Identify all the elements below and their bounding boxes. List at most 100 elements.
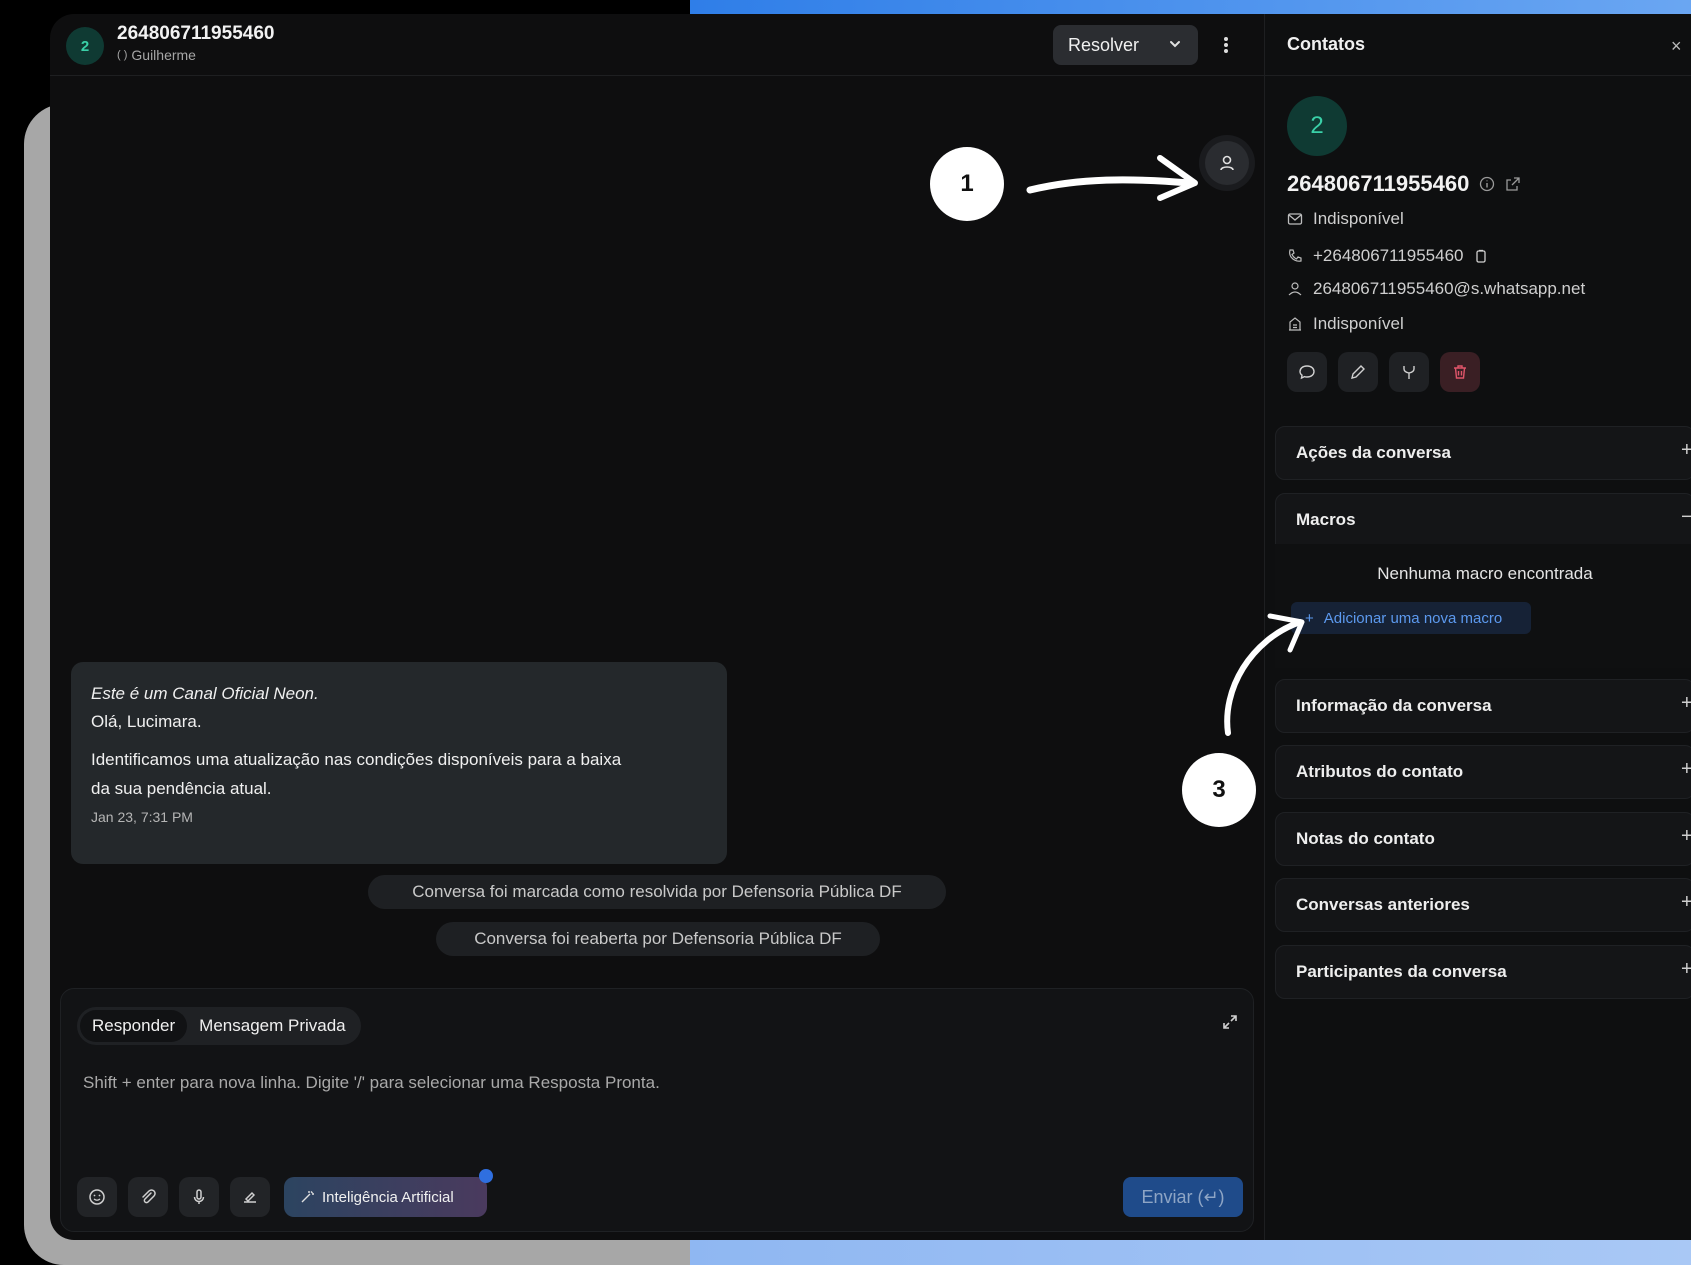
more-options-icon[interactable] (1220, 32, 1232, 58)
notification-dot (479, 1169, 493, 1183)
contact-panel-header: Contatos × (1265, 14, 1691, 76)
reply-mode-tabs: Responder Mensagem Privada (77, 1007, 361, 1045)
copy-icon[interactable] (1474, 249, 1488, 263)
expand-icon[interactable] (1221, 1013, 1239, 1031)
plus-icon[interactable]: + (1681, 958, 1691, 981)
activity-message: Conversa foi marcada como resolvida por … (368, 875, 946, 909)
reply-composer: Responder Mensagem Privada Shift + enter… (60, 988, 1254, 1232)
close-icon[interactable]: × (1671, 36, 1682, 57)
accordion-conversation-participants[interactable]: Participantes da conversa + (1275, 945, 1691, 999)
accordion-label: Participantes da conversa (1296, 962, 1507, 981)
plus-icon[interactable]: + (1681, 891, 1691, 914)
accordion-label: Ações da conversa (1296, 443, 1451, 462)
tab-private-message[interactable]: Mensagem Privada (187, 1010, 357, 1042)
send-button[interactable]: Enviar (↵) (1123, 1177, 1243, 1217)
contact-phone: +264806711955460 (1313, 246, 1464, 265)
contact-email: Indisponível (1313, 209, 1404, 228)
contact-company: Indisponível (1313, 314, 1404, 333)
panel-title: Contatos (1287, 34, 1365, 54)
contact-email-row: Indisponível (1287, 209, 1404, 229)
plus-icon[interactable]: + (1681, 692, 1691, 715)
plus-icon: + (1305, 609, 1314, 627)
add-macro-button[interactable]: + Adicionar uma nova macro (1291, 602, 1531, 634)
accordion-label: Notas do contato (1296, 829, 1435, 848)
info-icon[interactable] (1479, 176, 1495, 192)
plus-icon[interactable]: + (1681, 439, 1691, 462)
plus-icon[interactable]: + (1681, 825, 1691, 848)
ai-assist-button[interactable]: Inteligência Artificial (284, 1177, 487, 1217)
pencil-icon (1351, 365, 1365, 379)
ai-assist-label: Inteligência Artificial (322, 1188, 454, 1206)
add-macro-label: Adicionar uma nova macro (1323, 609, 1503, 627)
signature-button[interactable] (230, 1177, 270, 1217)
contact-panel: Contatos × 2 264806711955460 Indisponíve… (1264, 14, 1691, 1240)
message-line: da sua pendência atual. (91, 779, 272, 798)
accordion-contact-attributes[interactable]: Atributos do contato + (1275, 745, 1691, 799)
resolve-label: Resolver (1068, 34, 1140, 55)
message-input[interactable]: Shift + enter para nova linha. Digite '/… (83, 1073, 660, 1093)
delete-contact-button[interactable] (1440, 352, 1480, 392)
tab-reply[interactable]: Responder (80, 1010, 188, 1042)
empty-macros-text: Nenhuma macro encontrada (1377, 564, 1593, 583)
magic-wand-icon (301, 1191, 314, 1203)
minus-icon[interactable]: − (1681, 506, 1691, 529)
activity-message: Conversa foi reaberta por Defensoria Púb… (436, 922, 880, 956)
resolve-button[interactable]: Resolver (1053, 25, 1198, 65)
accordion-label: Conversas anteriores (1296, 895, 1470, 914)
message-line: Este é um Canal Oficial Neon. (91, 684, 319, 703)
contact-panel-toggle-button[interactable] (1205, 141, 1249, 185)
contact-avatar[interactable]: 2 (66, 27, 104, 65)
contact-avatar-large: 2 (1287, 96, 1347, 156)
message-line: Identificamos uma atualização nas condiç… (91, 750, 622, 769)
merge-contact-button[interactable] (1389, 352, 1429, 392)
contact-identifier-row: 264806711955460@s.whatsapp.net (1287, 279, 1585, 299)
message-bubble: Este é um Canal Oficial Neon. Olá, Lucim… (71, 662, 727, 864)
accordion-label: Atributos do contato (1296, 762, 1464, 781)
chat-icon (1299, 365, 1315, 380)
contact-name: 264806711955460 (1287, 171, 1470, 196)
audio-button[interactable] (179, 1177, 219, 1217)
code-icon: ( ) (117, 49, 128, 61)
phone-icon (1289, 249, 1302, 262)
signature-icon (244, 1191, 256, 1203)
user-icon (1220, 155, 1234, 171)
assignee-name: Guilherme (131, 47, 196, 63)
macros-body: Nenhuma macro encontrada + Adicionar uma… (1275, 544, 1691, 668)
attach-button[interactable] (128, 1177, 168, 1217)
accordion-macros[interactable]: Macros − (1275, 493, 1691, 547)
background-blue-bottom (690, 1238, 1691, 1265)
merge-icon (1403, 366, 1415, 379)
trash-icon (1454, 365, 1466, 379)
conversation-subtitle: ( ) Guilherme (117, 47, 196, 63)
accordion-conversation-info[interactable]: Informação da conversa + (1275, 679, 1691, 733)
external-link-icon[interactable] (1505, 176, 1521, 192)
contact-company-row: Indisponível (1287, 314, 1404, 334)
contact-phone-row: +264806711955460 (1287, 246, 1488, 266)
annotation-step-badge: 3 (1182, 753, 1256, 827)
accordion-conversation-actions[interactable]: Ações da conversa + (1275, 426, 1691, 480)
accordion-previous-conversations[interactable]: Conversas anteriores + (1275, 878, 1691, 932)
accordion-label: Informação da conversa (1296, 696, 1492, 715)
identifier-icon (1288, 282, 1302, 296)
accordion-label: Macros (1296, 510, 1356, 529)
plus-icon[interactable]: + (1681, 758, 1691, 781)
new-conversation-button[interactable] (1287, 352, 1327, 392)
message-paragraph: Identificamos uma atualização nas condiç… (91, 745, 707, 803)
app-window: 2 264806711955460 ( ) Guilherme Resolver… (50, 14, 1691, 1240)
paperclip-icon (142, 1189, 156, 1204)
message-line: Olá, Lucimara. (91, 712, 202, 731)
background-blue-top (690, 0, 1691, 14)
edit-contact-button[interactable] (1338, 352, 1378, 392)
chevron-down-icon[interactable] (1166, 35, 1184, 53)
contact-name-row: 264806711955460 (1287, 171, 1521, 197)
accordion-contact-notes[interactable]: Notas do contato + (1275, 812, 1691, 866)
microphone-icon (193, 1189, 205, 1204)
message-timestamp: Jan 23, 7:31 PM (91, 809, 193, 825)
contact-identifier: 264806711955460@s.whatsapp.net (1313, 279, 1586, 298)
annotation-step-badge: 1 (930, 147, 1004, 221)
conversation-header: 2 264806711955460 ( ) Guilherme Resolver (50, 14, 1264, 76)
conversation-title: 264806711955460 (117, 23, 275, 44)
building-icon (1289, 317, 1301, 331)
emoji-button[interactable] (77, 1177, 117, 1217)
mail-icon (1287, 213, 1303, 225)
